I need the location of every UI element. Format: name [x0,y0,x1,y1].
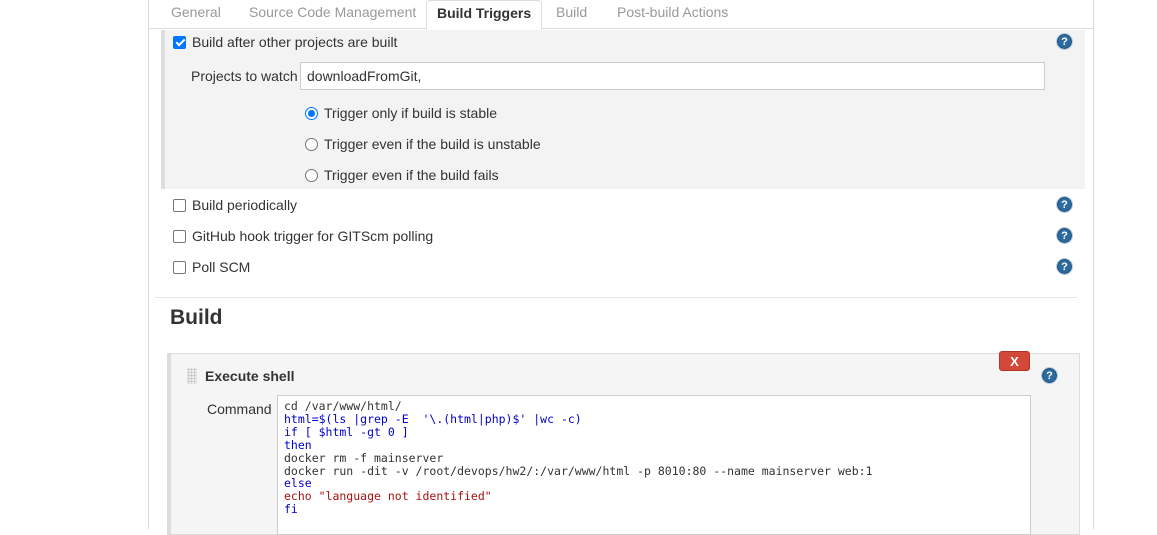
help-icon[interactable]: ? [1056,258,1073,275]
help-icon[interactable]: ? [1056,227,1073,244]
tab-bar: General Source Code Management Build Tri… [149,0,1093,30]
build-periodically-option[interactable]: Build periodically [173,195,297,215]
radio-fails-label: Trigger even if the build fails [324,167,499,183]
build-after-label: Build after other projects are built [192,34,398,50]
build-after-section [161,30,1085,189]
build-after-checkbox[interactable] [173,35,186,49]
drag-handle-icon[interactable] [187,368,197,384]
code-line: if [ $html -gt 0 ] [284,424,409,439]
section-divider [155,297,1077,298]
code-line: fi [284,502,298,517]
code-line: cd /var/www/html/ [284,399,402,413]
tab-build-triggers[interactable]: Build Triggers [426,0,543,30]
tab-source-code-management[interactable]: Source Code Management [249,0,416,26]
poll-scm-checkbox[interactable] [173,260,186,274]
github-hook-label: GitHub hook trigger for GITScm polling [192,228,434,244]
radio-stable-option[interactable]: Trigger only if build is stable [305,103,497,123]
tab-general[interactable]: General [171,0,221,26]
github-hook-checkbox[interactable] [173,229,186,243]
code-line: docker rm -f mainserver [284,450,444,465]
help-icon[interactable]: ? [1056,196,1073,213]
radio-fails-option[interactable]: Trigger even if the build fails [305,165,499,185]
projects-to-watch-input[interactable]: downloadFromGit, [300,62,1045,90]
code-line: docker run -dit -v /root/devops/hw2/:/va… [284,463,873,478]
poll-scm-option[interactable]: Poll SCM [173,257,250,277]
build-after-option[interactable]: Build after other projects are built [173,32,397,52]
code-line: echo "language not identified" [284,489,492,504]
radio-stable-label: Trigger only if build is stable [324,105,498,121]
radio-unstable[interactable] [305,137,318,151]
code-line: then [284,437,312,452]
github-hook-option[interactable]: GitHub hook trigger for GITScm polling [173,226,433,246]
code-line: html=$(ls |grep -E '\.(html|php)$' |wc -… [284,411,582,426]
config-panel: General Source Code Management Build Tri… [148,0,1094,535]
help-icon[interactable]: ? [1056,33,1073,50]
build-periodically-checkbox[interactable] [173,198,186,212]
execute-shell-title: Execute shell [205,368,295,384]
radio-stable[interactable] [305,106,318,120]
poll-scm-label: Poll SCM [192,259,251,275]
command-label: Command [207,401,272,417]
radio-unstable-option[interactable]: Trigger even if the build is unstable [305,134,541,154]
radio-unstable-label: Trigger even if the build is unstable [324,136,541,152]
command-editor[interactable]: cd /var/www/html/html=$(ls |grep -E '\.(… [277,395,1031,535]
radio-fails[interactable] [305,168,318,182]
delete-step-button[interactable]: X [999,351,1030,371]
execute-shell-step: Execute shell X ? Command cd /var/www/ht… [167,351,1080,535]
help-icon[interactable]: ? [1041,367,1058,384]
build-section-title: Build [170,306,223,329]
projects-to-watch-label: Projects to watch [191,68,298,84]
tab-post-build-actions[interactable]: Post-build Actions [617,0,728,26]
build-periodically-label: Build periodically [192,197,298,213]
tab-build[interactable]: Build [556,0,587,26]
